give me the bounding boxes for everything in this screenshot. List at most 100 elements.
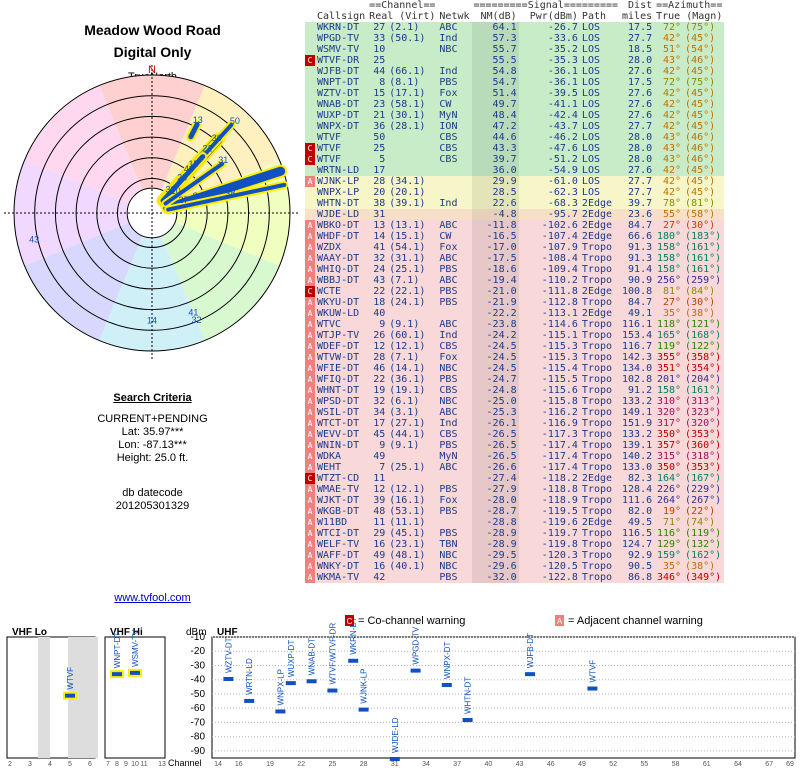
polar-channel-label: 8 xyxy=(193,191,198,201)
callsign-cell: WJNK-LP xyxy=(317,176,360,187)
station-row[interactable]: A WDKA 49 MyN -26.5 -117.4 Tropo 140.2 315° (318°… xyxy=(305,451,725,462)
virtual-channel-cell: (14.1) xyxy=(389,363,426,374)
station-row[interactable]: A WNKY-DT 16 (40.1) NBC -29.6 -120.5 Tropo 90.5 3… xyxy=(305,561,725,572)
real-channel-cell: 12 xyxy=(373,341,386,352)
station-row[interactable]: A WHIQ-DT 24 (25.1) PBS -18.6 -109.4 Tropo 91.4 1… xyxy=(305,264,725,275)
station-row[interactable]: A WKMA-TV 42 PBS -32.0 -122.8 Tropo 86.8 346° (34… xyxy=(305,572,725,583)
station-row[interactable]: A WKGB-DT 48 (53.1) PBS -28.7 -119.5 Tropo 82.0 1… xyxy=(305,506,725,517)
nm-cell: 49.7 xyxy=(471,99,519,110)
station-row[interactable]: A WFIE-DT 46 (14.1) NBC -24.5 -115.4 Tropo 134.0… xyxy=(305,363,725,374)
station-row[interactable]: WHTN-DT 38 (39.1) Ind 22.6 -68.3 2Edge 39.7 78°(… xyxy=(305,198,725,209)
station-row[interactable]: A WHDF-DT 14 (15.1) CW -16.5 -107.4 2Edge 66.6 18… xyxy=(305,231,725,242)
station-row[interactable]: A WPSD-DT 32 (6.1) NBC -25.0 -115.8 Tropo 133.2 3… xyxy=(305,396,725,407)
station-row[interactable]: A WNIN-DT 9 (9.1) PBS -26.5 -117.4 Tropo 139.1 35… xyxy=(305,440,725,451)
station-row[interactable]: A WEVV-DT 45 (44.1) CBS -26.5 -117.3 Tropo 133.2… xyxy=(305,429,725,440)
station-row[interactable]: A WBKO-DT 13 (13.1) ABC -11.8 -102.6 2Edge 84.7 2… xyxy=(305,220,725,231)
callsign-cell: WSMV-TV xyxy=(317,44,360,55)
station-row[interactable]: WNPX-DT 36 (28.1) ION 47.2 -43.7 LOS 27.7 42° (45… xyxy=(305,121,725,132)
station-row[interactable]: A WTVC 9 (9.1) ABC -23.8 -114.6 Tropo 116.1 118°(… xyxy=(305,319,725,330)
station-row[interactable]: WZTV-DT 15 (17.1) Fox 51.4 -39.5 LOS 27.6 42° (45… xyxy=(305,88,725,99)
station-row[interactable]: A WHNT-DT 19 (19.1) CBS -24.8 -115.6 Tropo 91.2 1… xyxy=(305,385,725,396)
real-channel-cell: 44 xyxy=(373,66,386,77)
station-row[interactable]: WTVF 50 CBS 44.6 -46.2 LOS 28.0 43° (46°) xyxy=(305,132,725,143)
station-row[interactable]: C WTVF-DR 25 55.5 -35.3 LOS 28.0 43° (46°) xyxy=(305,55,725,66)
network-cell: MyN xyxy=(439,451,458,462)
azimuth-magn-cell: (30°) xyxy=(685,220,716,231)
station-row[interactable]: A WKYU-DT 18 (24.1) PBS -21.9 -112.8 Tropo 84.7 2… xyxy=(305,297,725,308)
station-row[interactable]: WNAB-DT 23 (58.1) CW 49.7 -41.1 LOS 27.6 42° (45°… xyxy=(305,99,725,110)
azimuth-magn-cell: (45°) xyxy=(685,33,716,44)
station-row[interactable]: A WBBJ-DT 43 (7.1) ABC -19.4 -110.2 Tropo 90.9 25… xyxy=(305,275,725,286)
row-flag: C xyxy=(305,55,315,66)
station-row[interactable]: C WTVF 5 CBS 39.7 -51.2 LOS 28.0 43° (46°) xyxy=(305,154,725,165)
row-flag xyxy=(305,198,315,209)
tvfool-link[interactable]: www.tvfool.com xyxy=(0,592,305,604)
azimuth-magn-cell: (46°) xyxy=(685,154,716,165)
nm-cell: 54.8 xyxy=(471,66,519,77)
nm-cell: -24.5 xyxy=(471,363,519,374)
callsign-cell: WTVF-DR xyxy=(317,55,360,66)
virtual-channel-cell: (31.1) xyxy=(389,253,426,264)
station-row[interactable]: A WMAE-TV 12 (12.1) PBS -27.9 -118.8 Tropo 128.4… xyxy=(305,484,725,495)
station-row[interactable]: WKRN-DT 27 (2.1) ABC 64.1 -26.7 LOS 17.5 72° (75°… xyxy=(305,22,725,33)
station-row[interactable]: C WTZT-CD 11 -27.4 -118.2 2Edge 82.3 164° (167°) xyxy=(305,473,725,484)
dbm-tick: -50 xyxy=(191,689,206,700)
station-row[interactable]: A WTCT-DT 17 (27.1) Ind -26.1 -116.9 Tropo 151.9… xyxy=(305,418,725,429)
nm-cell: 55.5 xyxy=(471,55,519,66)
row-flag: A xyxy=(305,308,315,319)
network-cell: CBS xyxy=(439,385,458,396)
station-row[interactable]: WJFB-DT 44 (66.1) Ind 54.8 -36.1 LOS 27.6 42° (45… xyxy=(305,66,725,77)
station-row[interactable]: WUXP-DT 21 (30.1) MyN 48.4 -42.4 LOS 27.6 42° (45… xyxy=(305,110,725,121)
search-lat: Lat: 35.97*** xyxy=(121,426,184,438)
row-flag: A xyxy=(305,484,315,495)
station-row[interactable]: WJDE-LD 31 -4.8 -95.7 2Edge 23.6 55° (58°) xyxy=(305,209,725,220)
station-row[interactable]: C WCTE 22 (22.1) PBS -21.0 -111.8 2Edge 100.8 81°… xyxy=(305,286,725,297)
station-row[interactable]: A WFIQ-DT 22 (36.1) PBS -24.7 -115.5 Tropo 102.8… xyxy=(305,374,725,385)
row-flag: A xyxy=(305,319,315,330)
azimuth-magn-cell: (81°) xyxy=(685,198,716,209)
network-cell: ABC xyxy=(439,220,458,231)
station-row[interactable]: A WELF-TV 16 (23.1) TBN -28.9 -119.8 Tropo 124.7… xyxy=(305,539,725,550)
nm-cell: -19.4 xyxy=(471,275,519,286)
station-row[interactable]: A WZDX 41 (54.1) Fox -17.0 -107.9 Tropo 91.3 158°… xyxy=(305,242,725,253)
distance-cell: 49.1 xyxy=(628,308,653,319)
station-row[interactable]: A WAAY-DT 32 (31.1) ABC -17.5 -108.4 Tropo 91.3 1… xyxy=(305,253,725,264)
azimuth-magn-cell: (38°) xyxy=(685,308,716,319)
station-bar-label: WTVF xyxy=(588,660,597,683)
nm-cell: -25.0 xyxy=(471,396,519,407)
virtual-channel-cell: (25.1) xyxy=(389,264,426,275)
virtual-channel-cell: (20.1) xyxy=(389,187,426,198)
station-row[interactable]: A WEHT 7 (25.1) ABC -26.6 -117.4 Tropo 133.0 350°… xyxy=(305,462,725,473)
real-channel-cell: 9 xyxy=(379,319,386,330)
callsign-cell: WFIE-DT xyxy=(317,363,360,374)
station-row[interactable]: A WJKT-DT 39 (16.1) Fox -28.0 -118.9 Tropo 111.6… xyxy=(305,495,725,506)
network-cell: NBC xyxy=(439,363,458,374)
station-row[interactable]: A WTCI-DT 29 (45.1) PBS -28.9 -119.7 Tropo 116.5… xyxy=(305,528,725,539)
azimuth-true-cell: 129° xyxy=(656,539,682,550)
power-cell: -115.3 xyxy=(541,341,578,352)
station-row[interactable]: A WKUW-LD 40 -22.2 -113.1 2Edge 49.1 35° (38°) xyxy=(305,308,725,319)
station-row[interactable]: WPGD-TV 33 (50.1) Ind 57.3 -33.6 LOS 27.7 42° (45… xyxy=(305,33,725,44)
station-row[interactable]: A W11BD 11 (11.1) -28.8 -119.6 2Edge 49.5 71° (74… xyxy=(305,517,725,528)
station-row[interactable]: A WTVW-DT 28 (7.1) Fox -24.5 -115.3 Tropo 142.3 3… xyxy=(305,352,725,363)
station-row[interactable]: A WTJP-TV 26 (60.1) Ind -24.2 -115.1 Tropo 153.4… xyxy=(305,330,725,341)
distance-cell: 139.1 xyxy=(622,440,653,451)
real-channel-cell: 42 xyxy=(373,572,386,583)
station-row[interactable]: A WSIL-DT 34 (3.1) ABC -25.3 -116.2 Tropo 149.1 3… xyxy=(305,407,725,418)
real-channel-cell: 39 xyxy=(373,495,386,506)
station-row[interactable]: WSMV-TV 10 NBC 55.7 -35.2 LOS 18.5 51° (54°) xyxy=(305,44,725,55)
station-row[interactable]: WNPT-DT 8 (8.1) PBS 54.7 -36.1 LOS 17.5 72° (75°) xyxy=(305,77,725,88)
station-row[interactable]: A WAFF-DT 49 (48.1) NBC -29.5 -120.3 Tropo 92.9 1… xyxy=(305,550,725,561)
virtual-channel-cell: (15.1) xyxy=(389,231,426,242)
row-flag xyxy=(305,22,315,33)
channel-tick: 5 xyxy=(68,761,72,768)
virtual-channel-cell xyxy=(387,165,437,176)
station-row[interactable]: A WJNK-LP 28 (34.1) 29.9 -61.0 LOS 27.7 42° (45°) xyxy=(305,176,725,187)
network-cell: NBC xyxy=(439,550,458,561)
station-row[interactable]: C WTVF 25 CBS 43.3 -47.6 LOS 28.0 43° (46°) xyxy=(305,143,725,154)
station-row[interactable]: A WDEF-DT 12 (12.1) CBS -24.5 -115.3 Tropo 116.7… xyxy=(305,341,725,352)
path-cell: 2Edge xyxy=(581,209,613,220)
station-row[interactable]: WNPX-LP 20 (20.1) 28.5 -62.3 LOS 27.7 42° (45°) xyxy=(305,187,725,198)
station-row[interactable]: WRTN-LD 17 36.0 -54.9 LOS 27.6 42° (45°) xyxy=(305,165,725,176)
station-bar xyxy=(130,670,140,675)
